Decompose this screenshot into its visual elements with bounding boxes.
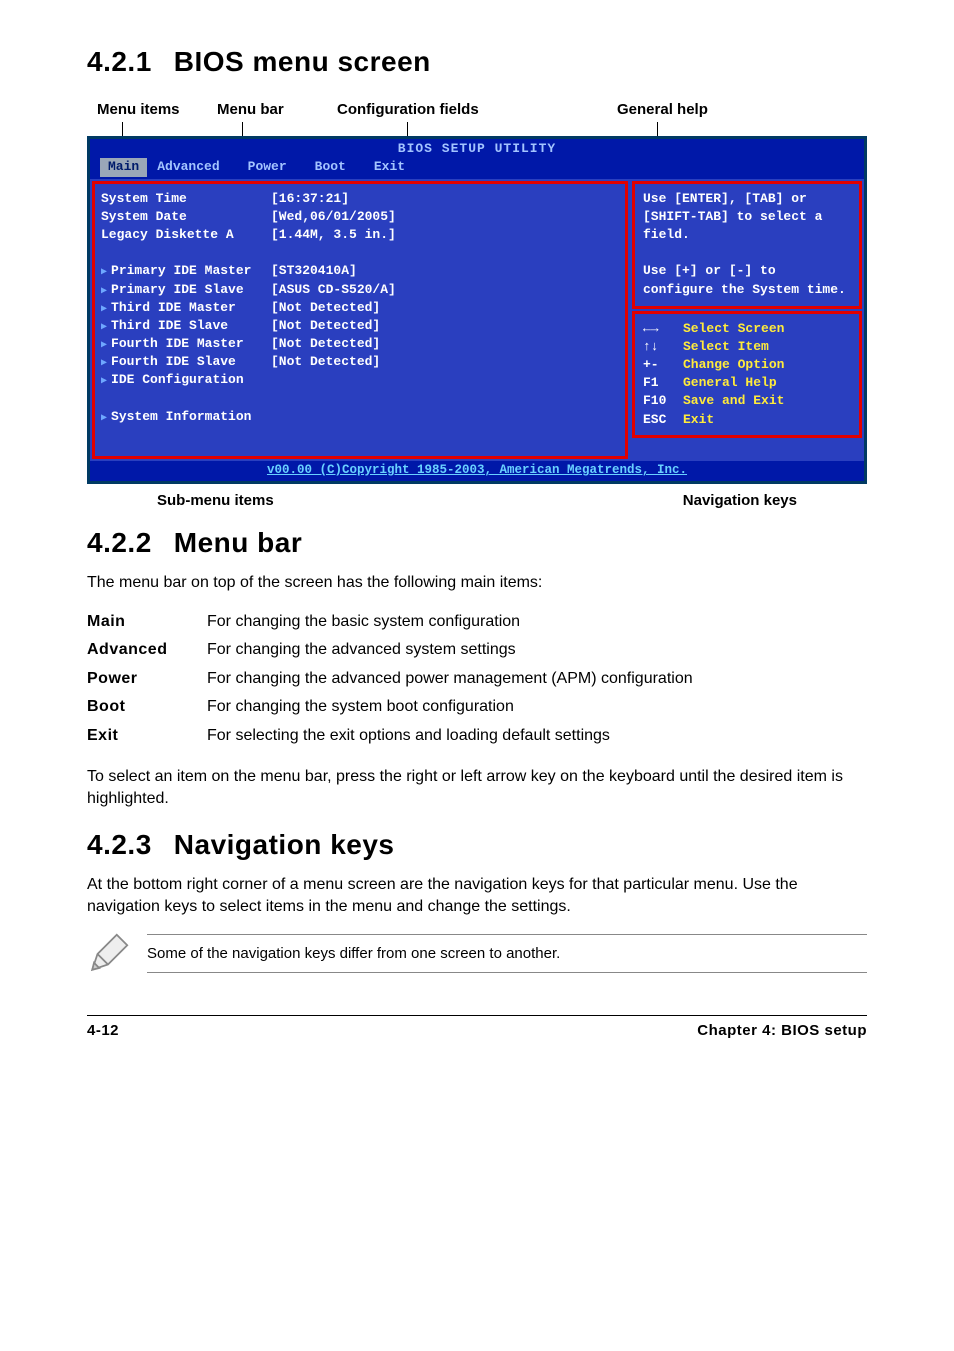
nav-row-5: ESCExit xyxy=(643,411,851,429)
section-title: BIOS menu screen xyxy=(174,46,431,77)
bios-row-ide-5[interactable]: Fourth IDE Slave[Not Detected] xyxy=(101,353,619,371)
bios-row-ide-6[interactable]: IDE Configuration xyxy=(101,371,619,389)
bios-row-ide-3[interactable]: Third IDE Slave[Not Detected] xyxy=(101,317,619,335)
def-row-power: PowerFor changing the advanced power man… xyxy=(87,665,867,693)
menu-bar-outro: To select an item on the menu bar, press… xyxy=(87,766,867,811)
section-title: Navigation keys xyxy=(174,829,395,860)
bios-top-labels: Menu items Menu bar Configuration fields… xyxy=(87,99,867,120)
page-number: 4-12 xyxy=(87,1020,119,1041)
bios-row-ide-4[interactable]: Fourth IDE Master[Not Detected] xyxy=(101,335,619,353)
bios-row-ide-1[interactable]: Primary IDE Slave[ASUS CD-S520/A] xyxy=(101,281,619,299)
pencil-icon xyxy=(87,933,129,975)
def-row-main: MainFor changing the basic system config… xyxy=(87,608,867,636)
label-config-fields: Configuration fields xyxy=(337,99,567,120)
bios-tab-main[interactable]: Main xyxy=(100,158,147,176)
bios-tab-power[interactable]: Power xyxy=(238,158,305,176)
bios-row-ide-2[interactable]: Third IDE Master[Not Detected] xyxy=(101,299,619,317)
label-menu-items: Menu items xyxy=(97,99,217,120)
section-heading-422: 4.2.2 Menu bar xyxy=(87,523,867,562)
label-submenu-items: Sub-menu items xyxy=(157,490,274,511)
bios-help-text: Use [ENTER], [TAB] or [SHIFT-TAB] to sel… xyxy=(643,190,851,299)
section-number: 4.2.2 xyxy=(87,527,152,558)
bios-footer-text: v00.00 (C)Copyright 1985-2003, American … xyxy=(90,461,864,481)
nav-row-0: ←→Select Screen xyxy=(643,320,851,338)
label-navigation-keys: Navigation keys xyxy=(683,490,797,511)
bios-tab-exit[interactable]: Exit xyxy=(364,158,423,176)
section-heading-423: 4.2.3 Navigation keys xyxy=(87,825,867,864)
bios-tab-boot[interactable]: Boot xyxy=(305,158,364,176)
menu-bar-definitions: MainFor changing the basic system config… xyxy=(87,608,867,750)
section-title: Menu bar xyxy=(174,527,302,558)
bios-row-sysdate[interactable]: System Date[Wed,06/01/2005] xyxy=(101,208,619,226)
note-text: Some of the navigation keys differ from … xyxy=(147,934,867,973)
bios-row-ide-0[interactable]: Primary IDE Master[ST320410A] xyxy=(101,262,619,280)
bios-row-diskette[interactable]: Legacy Diskette A[1.44M, 3.5 in.] xyxy=(101,226,619,244)
bios-screenshot: BIOS SETUP UTILITY Main Advanced Power B… xyxy=(87,136,867,483)
bios-menu-bar: Main Advanced Power Boot Exit xyxy=(90,158,864,178)
note-block: Some of the navigation keys differ from … xyxy=(87,933,867,975)
bios-title: BIOS SETUP UTILITY xyxy=(90,139,864,158)
nav-row-1: ↑↓Select Item xyxy=(643,338,851,356)
bios-under-labels: Sub-menu items Navigation keys xyxy=(87,490,867,511)
nav-keys-paragraph: At the bottom right corner of a menu scr… xyxy=(87,874,867,919)
nav-row-2: +-Change Option xyxy=(643,356,851,374)
def-row-boot: BootFor changing the system boot configu… xyxy=(87,693,867,721)
label-connectors xyxy=(87,122,867,136)
nav-row-4: F10Save and Exit xyxy=(643,392,851,410)
def-row-advanced: AdvancedFor changing the advanced system… xyxy=(87,636,867,664)
label-menu-bar: Menu bar xyxy=(217,99,337,120)
menu-bar-intro: The menu bar on top of the screen has th… xyxy=(87,572,867,594)
bios-nav-panel: ←→Select Screen ↑↓Select Item +-Change O… xyxy=(632,311,862,438)
bios-tab-advanced[interactable]: Advanced xyxy=(147,158,237,176)
nav-row-3: F1General Help xyxy=(643,374,851,392)
bios-left-panel: System Time[16:37:21] System Date[Wed,06… xyxy=(92,181,628,459)
page-footer: 4-12 Chapter 4: BIOS setup xyxy=(87,1015,867,1041)
chapter-label: Chapter 4: BIOS setup xyxy=(697,1020,867,1041)
label-general-help: General help xyxy=(617,99,757,120)
def-row-exit: ExitFor selecting the exit options and l… xyxy=(87,722,867,750)
bios-row-sysinfo[interactable]: System Information xyxy=(101,408,619,426)
bios-row-systime[interactable]: System Time[16:37:21] xyxy=(101,190,619,208)
bios-help-panel: Use [ENTER], [TAB] or [SHIFT-TAB] to sel… xyxy=(632,181,862,309)
section-heading-421: 4.2.1 BIOS menu screen xyxy=(87,42,867,81)
section-number: 4.2.1 xyxy=(87,46,152,77)
section-number: 4.2.3 xyxy=(87,829,152,860)
